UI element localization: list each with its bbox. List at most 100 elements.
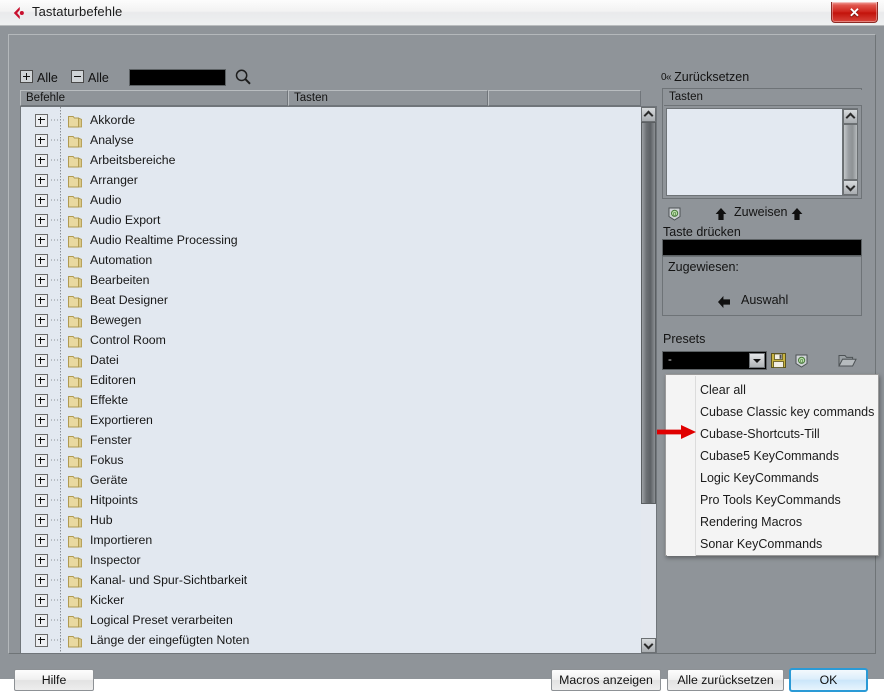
expand-plus-icon[interactable] xyxy=(35,134,48,147)
search-input[interactable] xyxy=(129,69,226,86)
scrollbar-thumb[interactable] xyxy=(641,122,656,504)
tree-row[interactable]: Exportieren xyxy=(21,410,641,430)
tree-row[interactable]: Hub xyxy=(21,510,641,530)
tree-row[interactable]: Macro xyxy=(21,650,641,653)
tree-row[interactable]: Fenster xyxy=(21,430,641,450)
expand-plus-icon[interactable] xyxy=(35,334,48,347)
expand-plus-icon[interactable] xyxy=(35,314,48,327)
tree-row[interactable]: Datei xyxy=(21,350,641,370)
tree-row[interactable]: Importieren xyxy=(21,530,641,550)
keys-scroll-up-button[interactable] xyxy=(843,109,858,124)
expand-plus-icon[interactable] xyxy=(35,214,48,227)
expand-plus-icon[interactable] xyxy=(35,254,48,267)
tree-row[interactable]: Geräte xyxy=(21,470,641,490)
folder-icon xyxy=(68,294,83,308)
expand-plus-icon[interactable] xyxy=(35,294,48,307)
scroll-down-button[interactable] xyxy=(641,638,656,653)
tree-row[interactable]: Länge der eingefügten Noten xyxy=(21,630,641,650)
expand-plus-icon[interactable] xyxy=(35,534,48,547)
presets-selected-value: - xyxy=(668,354,672,366)
keys-list[interactable] xyxy=(666,108,844,196)
tree-row[interactable]: Kicker xyxy=(21,590,641,610)
assign-arrow-up-right-icon[interactable] xyxy=(790,207,804,221)
menu-item[interactable]: Cubase-Shortcuts-Till xyxy=(666,423,878,445)
expand-plus-icon[interactable] xyxy=(35,614,48,627)
tree-row[interactable]: Effekte xyxy=(21,390,641,410)
expand-plus-icon[interactable] xyxy=(35,154,48,167)
save-floppy-icon[interactable] xyxy=(770,352,787,369)
expand-plus-icon[interactable] xyxy=(35,394,48,407)
folder-open-icon[interactable] xyxy=(838,353,857,368)
expand-plus-icon[interactable] xyxy=(35,234,48,247)
expand-plus-icon[interactable] xyxy=(35,114,48,127)
expand-all-button[interactable]: Alle xyxy=(20,70,58,85)
tree-row[interactable]: Analyse xyxy=(21,130,641,150)
tree-row[interactable]: Editoren xyxy=(21,370,641,390)
expand-plus-icon[interactable] xyxy=(35,594,48,607)
trash-icon[interactable]: 0 xyxy=(793,352,810,369)
tree-row[interactable]: Audio Export xyxy=(21,210,641,230)
expand-plus-icon[interactable] xyxy=(35,374,48,387)
tree-row[interactable]: Audio Realtime Processing xyxy=(21,230,641,250)
show-macros-button[interactable]: Macros anzeigen xyxy=(551,669,661,691)
keys-scrollbar-thumb[interactable] xyxy=(843,124,858,180)
tree-row[interactable]: Fokus xyxy=(21,450,641,470)
close-button[interactable]: ✕ xyxy=(831,2,878,23)
magnifier-icon[interactable] xyxy=(234,68,252,86)
assign-arrow-up-left-icon[interactable] xyxy=(714,207,728,221)
reset-row[interactable]: 0« Zurücksetzen xyxy=(661,70,749,84)
expand-plus-icon[interactable] xyxy=(35,174,48,187)
menu-item[interactable]: Rendering Macros xyxy=(666,511,878,533)
keys-scroll-down-button[interactable] xyxy=(843,180,858,195)
folder-icon xyxy=(68,234,83,248)
tree-row[interactable]: Bearbeiten xyxy=(21,270,641,290)
tree-row[interactable]: Automation xyxy=(21,250,641,270)
menu-item[interactable]: Clear all xyxy=(666,379,878,401)
expand-plus-icon[interactable] xyxy=(35,474,48,487)
tree-row[interactable]: Control Room xyxy=(21,330,641,350)
expand-plus-icon[interactable] xyxy=(35,454,48,467)
tree-row[interactable]: Hitpoints xyxy=(21,490,641,510)
keys-list-scrollbar[interactable] xyxy=(842,108,858,196)
collapse-all-button[interactable]: Alle xyxy=(71,70,109,85)
help-button[interactable]: Hilfe xyxy=(14,669,94,691)
expand-plus-icon[interactable] xyxy=(35,434,48,447)
expand-plus-icon[interactable] xyxy=(35,634,48,647)
selection-arrow-left-icon[interactable] xyxy=(717,295,731,309)
column-header-tasten[interactable]: Tasten xyxy=(288,90,488,106)
tree-row[interactable]: Logical Preset verarbeiten xyxy=(21,610,641,630)
menu-item[interactable]: Pro Tools KeyCommands xyxy=(666,489,878,511)
expand-plus-icon[interactable] xyxy=(35,194,48,207)
expand-plus-icon[interactable] xyxy=(35,554,48,567)
ok-button[interactable]: OK xyxy=(789,668,868,692)
trash-icon[interactable]: 0 xyxy=(666,205,683,222)
chevron-down-icon[interactable] xyxy=(749,353,765,368)
tree-row[interactable]: Bewegen xyxy=(21,310,641,330)
expand-plus-icon[interactable] xyxy=(35,574,48,587)
tree-row[interactable]: Audio xyxy=(21,190,641,210)
commands-list[interactable]: Akkorde Analyse Arbeitsbereiche Arranger Aud… xyxy=(20,106,641,654)
tree-row[interactable]: Inspector xyxy=(21,550,641,570)
presets-dropdown-menu[interactable]: Clear all Cubase Classic key commands Cuba… xyxy=(665,374,879,556)
commands-list-scrollbar[interactable] xyxy=(641,106,657,654)
tree-row[interactable]: Beat Designer xyxy=(21,290,641,310)
menu-item[interactable]: Cubase5 KeyCommands xyxy=(666,445,878,467)
expand-plus-icon[interactable] xyxy=(35,514,48,527)
tree-row[interactable]: Akkorde xyxy=(21,110,641,130)
tree-row[interactable]: Arranger xyxy=(21,170,641,190)
tree-row[interactable]: Arbeitsbereiche xyxy=(21,150,641,170)
press-key-input[interactable] xyxy=(662,239,862,256)
column-header-empty[interactable] xyxy=(488,90,641,106)
reset-all-button[interactable]: Alle zurücksetzen xyxy=(667,669,784,691)
menu-item[interactable]: Sonar KeyCommands xyxy=(666,533,878,555)
tree-row[interactable]: Kanal- und Spur-Sichtbarkeit xyxy=(21,570,641,590)
expand-plus-icon[interactable] xyxy=(35,494,48,507)
presets-dropdown[interactable]: - xyxy=(662,351,767,370)
menu-item[interactable]: Logic KeyCommands xyxy=(666,467,878,489)
expand-plus-icon[interactable] xyxy=(35,354,48,367)
expand-plus-icon[interactable] xyxy=(35,274,48,287)
scroll-up-button[interactable] xyxy=(641,107,656,122)
menu-item[interactable]: Cubase Classic key commands xyxy=(666,401,878,423)
expand-plus-icon[interactable] xyxy=(35,414,48,427)
column-header-befehle[interactable]: Befehle xyxy=(20,90,288,106)
